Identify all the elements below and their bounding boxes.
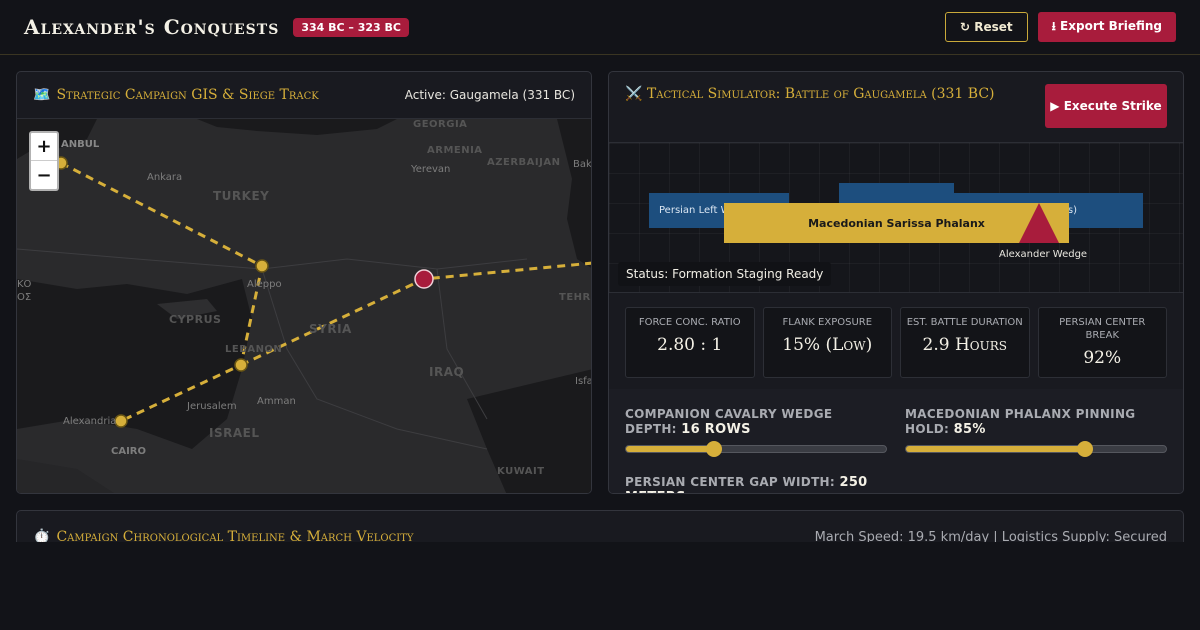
gap-width-control: Persian Center Gap Width: 250 Meters	[625, 475, 925, 493]
stat-value: 2.80 : 1	[657, 335, 723, 355]
map-panel-title: Strategic Campaign GIS & Siege Track	[56, 87, 319, 103]
alexander-wedge-label: Alexander Wedge	[999, 249, 1088, 260]
map-label-ankara: Ankara	[147, 172, 183, 183]
map-label-edge-left-1: ΚΟ	[17, 279, 32, 290]
tactical-panel-title: Tactical Simulator: Battle of Gaugamela …	[646, 86, 995, 102]
zoom-in-button[interactable]: +	[31, 133, 57, 161]
map-label-syria: SYRIA	[309, 322, 352, 336]
map-label-isfahan: Isfa	[575, 376, 592, 387]
map-label-kuwait: KUWAIT	[497, 466, 545, 477]
map-label-tehran: TEHRA	[559, 292, 591, 303]
stat-label: Flank Exposure	[782, 317, 873, 328]
tactical-simulator-panel: ⚔️ Tactical Simulator: Battle of Gaugame…	[608, 71, 1184, 494]
stat-label: Force Conc. Ratio	[638, 317, 741, 328]
stat-card: Force Conc. Ratio 2.80 : 1	[625, 307, 755, 378]
stat-label: Persian Center Break	[1059, 317, 1146, 341]
map-label-amman: Amman	[257, 396, 296, 407]
active-battle-marker[interactable]	[414, 269, 434, 289]
formation-status: Status: Formation Staging Ready	[618, 262, 832, 286]
strategic-map-panel: 🗺️ Strategic Campaign GIS & Siege Track …	[16, 71, 592, 494]
map-label-armenia: ARMENIA	[427, 145, 483, 156]
map-label-lebanon: LEBANON	[225, 344, 283, 355]
stat-value: 92%	[1083, 348, 1122, 368]
map-panel-header: 🗺️ Strategic Campaign GIS & Siege Track …	[17, 72, 591, 119]
stat-value: 15% (Low)	[782, 335, 873, 355]
map-canvas	[17, 119, 591, 493]
export-briefing-button[interactable]: ⭳ Export Briefing	[1037, 12, 1176, 42]
zoom-control: + −	[29, 131, 59, 191]
stat-card: Flank Exposure 15% (Low)	[762, 307, 892, 378]
map-icon: 🗺️	[33, 87, 51, 103]
map-label-jerusalem: Jerusalem	[187, 401, 237, 412]
slider-fill	[906, 446, 1086, 452]
slider-fill	[626, 446, 715, 452]
execute-strike-button[interactable]: ▶ Execute Strike	[1045, 84, 1167, 128]
persian-center-block	[839, 183, 954, 203]
map-label-baku: Bak	[573, 159, 592, 170]
cavalry-depth-slider[interactable]	[625, 441, 887, 457]
formation-controls: Companion Cavalry Wedge Depth: 16 Rows M…	[609, 389, 1183, 493]
cavalry-depth-control: Companion Cavalry Wedge Depth: 16 Rows	[625, 407, 887, 467]
map-label-georgia: GEORGIA	[413, 119, 468, 130]
slider-thumb[interactable]	[1077, 441, 1094, 457]
app-title: Alexander's Conquests	[24, 15, 280, 39]
top-bar: Alexander's Conquests 334 BC – 323 BC ↻ …	[0, 0, 1200, 55]
route-waypoint-marker[interactable]	[114, 414, 128, 428]
tactical-panel-header: ⚔️ Tactical Simulator: Battle of Gaugame…	[609, 72, 1183, 143]
phalanx-hold-value: 85%	[953, 422, 986, 437]
battle-simulation-canvas[interactable]: Persian Left W azaeus) Macedonian Sariss…	[609, 143, 1183, 293]
map-label-edge-left-2: ΟΣ	[17, 292, 32, 303]
crossed-swords-icon: ⚔️	[625, 86, 643, 102]
phalanx-hold-slider[interactable]	[905, 441, 1167, 457]
cavalry-depth-value: 16 Rows	[681, 422, 751, 437]
battle-stats: Force Conc. Ratio 2.80 : 1 Flank Exposur…	[625, 307, 1167, 378]
phalanx-hold-control: Macedonian Phalanx Pinning Hold: 85%	[905, 407, 1167, 467]
header-actions: ↻ Reset ⭳ Export Briefing	[945, 12, 1176, 42]
stat-label: Est. Battle Duration	[906, 317, 1023, 328]
campaign-map[interactable]: + − ANBUL Ankara TURKEY GEORGIA ARMENIA …	[17, 119, 592, 493]
map-label-turkey: TURKEY	[213, 189, 270, 203]
map-label-alexandria: Alexandria	[63, 416, 117, 427]
stat-card: Est. Battle Duration 2.9 Hours	[900, 307, 1030, 378]
slider-thumb[interactable]	[706, 441, 723, 457]
map-label-azerbaijan: AZERBAIJAN	[487, 157, 561, 168]
zoom-out-button[interactable]: −	[31, 161, 57, 189]
map-label-israel: ISRAEL	[209, 426, 260, 440]
route-waypoint-marker[interactable]	[234, 358, 248, 372]
phalanx-hold-label: Macedonian Phalanx Pinning Hold:	[905, 407, 1136, 436]
map-label-iraq: IRAQ	[429, 365, 465, 379]
map-label-istanbul: ANBUL	[61, 139, 100, 150]
map-label-cyprus: CYPRUS	[169, 313, 222, 326]
route-waypoint-marker[interactable]	[255, 259, 269, 273]
page-bottom	[0, 542, 1200, 630]
date-range-badge: 334 BC – 323 BC	[293, 17, 409, 37]
map-label-cairo: CAIRO	[111, 446, 146, 457]
stat-card: Persian Center Break 92%	[1037, 307, 1167, 378]
gap-width-label: Persian Center Gap Width:	[625, 475, 835, 489]
map-label-aleppo: Aleppo	[247, 279, 282, 290]
map-label-yerevan: Yerevan	[411, 164, 451, 175]
stat-value: 2.9 Hours	[922, 335, 1007, 355]
reset-button[interactable]: ↻ Reset	[945, 12, 1028, 42]
active-battle-label: Active: Gaugamela (331 BC)	[404, 88, 575, 102]
alexander-wedge-marker[interactable]	[1017, 201, 1061, 245]
